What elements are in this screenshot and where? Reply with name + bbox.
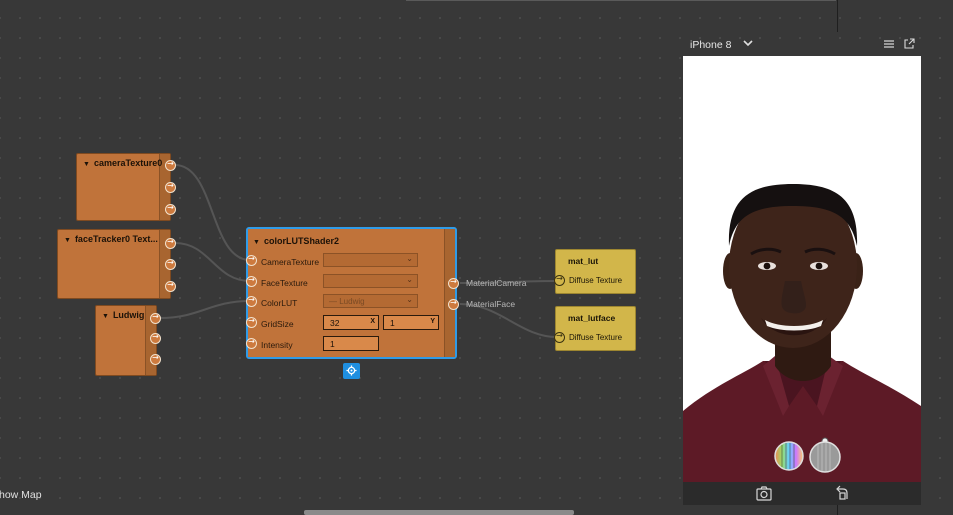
node-title: ▼ faceTracker0 Text... [64,234,158,244]
face-tracker-texture-node[interactable]: ▼ faceTracker0 Text... [57,229,176,299]
output-port[interactable] [150,332,161,344]
wire-camera-to-shader [174,164,251,261]
grid-size-y-input[interactable]: 1 Y [383,315,439,330]
device-selector[interactable]: iPhone 8 [690,39,731,51]
input-port-intensity[interactable] [246,337,257,349]
input-port-camera-texture[interactable] [246,254,257,266]
ludwig-texture-node[interactable]: ▼ Ludwig [95,305,161,376]
node-title: ▼ Ludwig [102,310,145,320]
output-port[interactable] [165,258,176,270]
top-divider [406,0,836,1]
output-port[interactable] [150,353,161,365]
output-port[interactable] [165,280,176,292]
wire-ludwig-to-shader [159,300,251,319]
rotate-icon[interactable] [835,485,849,500]
node-title: mat_lut [568,256,599,266]
output-port[interactable] [165,203,176,215]
input-label: Diffuse Texture [569,333,623,342]
mat-lutface-node[interactable]: mat_lutface Diffuse Texture [554,306,636,351]
popout-icon[interactable] [904,38,915,49]
gear-icon [346,365,357,376]
input-label: Diffuse Texture [569,276,623,285]
output-label-material-camera: MaterialCamera [466,278,527,288]
filter-gray-swatch-icon[interactable] [808,435,842,473]
camera-texture-dropdown[interactable]: ⌄ [323,253,418,267]
wire-facetracker-to-shader [174,242,251,282]
node-title: ▼ colorLUTShader2 [253,236,339,246]
collapse-triangle-icon[interactable]: ▼ [253,239,260,246]
input-port-diffuse-texture[interactable] [554,331,565,343]
output-port[interactable] [150,312,161,324]
chevron-down-icon[interactable] [742,37,754,49]
chevron-down-icon: ⌄ [406,275,413,284]
x-axis-label: X [370,318,375,325]
input-label: FaceTexture [261,278,308,288]
color-lut-shader-node[interactable]: ▼colorLUTShader2 CameraTexture ⌄ FaceTex… [246,227,459,359]
input-label: Intensity [261,340,293,350]
grid-x-value: 32 [330,318,340,328]
chevron-down-icon: ⌄ [406,295,413,304]
grid-y-value: 1 [390,318,395,328]
input-label: GridSize [261,319,294,329]
grid-size-x-input[interactable]: 32 X [323,315,379,330]
face-texture-dropdown[interactable]: ⌄ [323,274,418,288]
collapse-triangle-icon[interactable]: ▼ [64,237,71,244]
input-port-grid-size[interactable] [246,316,257,328]
output-port[interactable] [165,181,176,193]
simulator-preview-panel: iPhone 8 [675,32,953,515]
phone-camera-preview[interactable] [683,56,921,482]
panel-divider [837,0,838,32]
preview-person-image [683,184,921,482]
input-port-face-texture[interactable] [246,275,257,287]
input-label: CameraTexture [261,257,320,267]
output-port[interactable] [165,237,176,249]
output-port-material-camera[interactable] [448,277,459,289]
color-lut-value: — Ludwig [329,297,365,306]
y-axis-label: Y [430,318,435,325]
output-label-material-face: MaterialFace [466,299,516,309]
intensity-value: 1 [330,339,335,349]
node-title: mat_lutface [568,313,616,323]
menu-icon[interactable] [884,39,894,49]
filter-lut-swatch-icon[interactable] [774,441,804,471]
horizontal-scrollbar[interactable] [304,510,574,515]
node-title: ▼ cameraTexture0 [83,158,163,168]
intensity-input[interactable]: 1 [323,336,379,351]
chevron-down-icon: ⌄ [406,254,413,263]
input-port-diffuse-texture[interactable] [554,274,565,286]
output-port-material-face[interactable] [448,298,459,310]
preview-toolbar [683,482,921,505]
shader-node-body: ▼colorLUTShader2 CameraTexture ⌄ FaceTex… [246,229,459,357]
camera-texture-node[interactable]: ▼ cameraTexture0 [76,153,176,221]
collapse-triangle-icon[interactable]: ▼ [102,313,109,320]
output-port[interactable] [165,159,176,171]
input-port-color-lut[interactable] [246,295,257,307]
settings-gear-button[interactable] [343,363,360,379]
collapse-triangle-icon[interactable]: ▼ [83,161,90,168]
color-lut-dropdown[interactable]: — Ludwig ⌄ [323,294,418,308]
node-output-strip [444,229,455,357]
show-map-toggle[interactable]: how Map [0,489,42,501]
input-label: ColorLUT [261,298,298,308]
capture-icon[interactable] [756,486,772,501]
mat-lut-node[interactable]: mat_lut Diffuse Texture [554,249,636,294]
